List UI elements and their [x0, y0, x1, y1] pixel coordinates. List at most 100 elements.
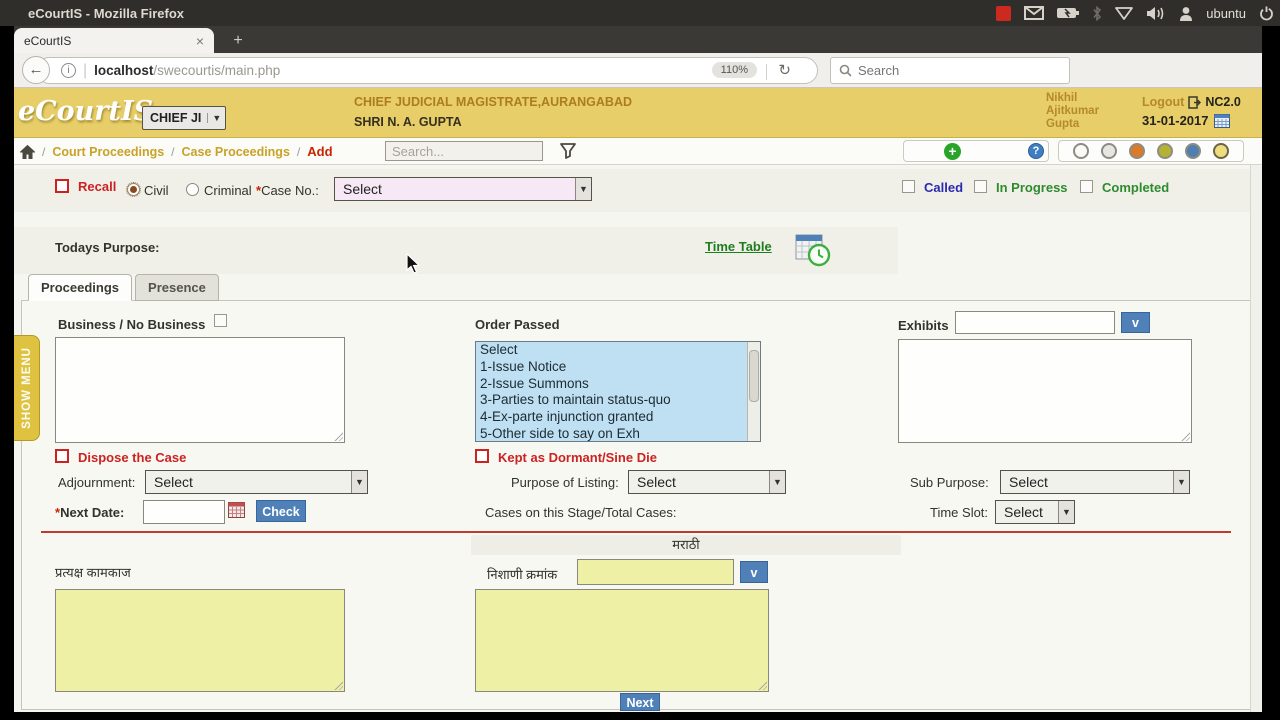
scrollbar-thumb[interactable] — [749, 350, 759, 402]
marathi-v-button[interactable]: v — [740, 561, 768, 583]
chevron-down-icon: ▼ — [1058, 501, 1074, 523]
check-button[interactable]: Check — [256, 500, 306, 522]
tab-presence[interactable]: Presence — [135, 274, 219, 301]
marathi-order-textarea[interactable] — [475, 589, 769, 692]
cases-stage-label: Cases on this Stage/Total Cases: — [485, 505, 677, 520]
mail-icon[interactable] — [1024, 6, 1045, 20]
page-search-input[interactable] — [385, 141, 543, 161]
volume-icon[interactable] — [1146, 6, 1166, 21]
completed-checkbox[interactable] — [1080, 180, 1093, 193]
user-icon[interactable] — [1179, 6, 1193, 21]
exhibits-v-button[interactable]: v — [1121, 312, 1150, 333]
show-menu-tab[interactable]: SHOW MENU — [14, 335, 40, 441]
adjournment-label: Adjournment: — [58, 475, 136, 490]
session-user-label[interactable]: ubuntu — [1206, 6, 1246, 21]
recording-indicator-icon[interactable] — [996, 5, 1012, 21]
listbox-scrollbar[interactable] — [747, 342, 760, 441]
current-date: 31-01-2017 — [1142, 113, 1209, 128]
exhibits-input[interactable] — [955, 311, 1115, 334]
zoom-level-badge[interactable]: 110% — [711, 62, 757, 78]
browser-window: eCourtIS × + ← i | localhost/swecourtis/… — [14, 26, 1262, 712]
screen: eCourtIS - Mozilla Firefox ubuntu eCourt… — [0, 0, 1280, 720]
theme-circle[interactable] — [1101, 143, 1117, 159]
calendar-icon[interactable] — [1213, 113, 1230, 128]
date-picker-calendar-icon[interactable] — [228, 502, 245, 518]
home-breadcrumb-icon[interactable] — [20, 144, 35, 159]
site-info-icon[interactable]: i — [61, 63, 76, 78]
logout-link[interactable]: Logout — [1142, 95, 1184, 109]
breadcrumb-court-proceedings[interactable]: Court Proceedings — [52, 145, 164, 159]
case-no-text: Case No.: — [261, 183, 319, 198]
breadcrumb-current-add: Add — [307, 144, 333, 159]
resize-grip[interactable] — [757, 680, 767, 690]
time-slot-select[interactable]: Select ▼ — [995, 500, 1075, 524]
order-option[interactable]: Select — [476, 342, 760, 359]
called-checkbox[interactable] — [902, 180, 915, 193]
theme-circle[interactable] — [1213, 143, 1229, 159]
purpose-of-listing-select[interactable]: Select ▼ — [628, 470, 786, 494]
breadcrumb-case-proceedings[interactable]: Case Proceedings — [182, 145, 290, 159]
case-no-label: *Case No.: — [256, 183, 319, 198]
business-checkbox[interactable] — [214, 314, 227, 327]
court-name: CHIEF JUDICIAL MAGISTRATE,AURANGABAD — [354, 95, 633, 109]
search-icon — [839, 64, 852, 77]
in-progress-checkbox[interactable] — [974, 180, 987, 193]
theme-circle[interactable] — [1185, 143, 1201, 159]
order-passed-listbox[interactable]: Select 1-Issue Notice 2-Issue Summons 3-… — [475, 341, 761, 442]
sub-purpose-label: Sub Purpose: — [910, 475, 989, 490]
time-table-link[interactable]: Time Table — [705, 239, 772, 254]
marathi-exhibit-input[interactable] — [577, 559, 734, 585]
page-scrollbar[interactable] — [1250, 165, 1262, 712]
filter-funnel-icon[interactable] — [559, 142, 577, 160]
network-icon[interactable] — [1115, 6, 1134, 20]
theme-circle[interactable] — [1073, 143, 1089, 159]
next-button[interactable]: Next — [620, 693, 660, 711]
browser-search-box[interactable] — [830, 57, 1070, 84]
resize-grip[interactable] — [1180, 431, 1190, 441]
case-no-select[interactable]: Select ▼ — [334, 177, 592, 201]
bluetooth-icon[interactable] — [1092, 5, 1102, 21]
theme-color-box — [1058, 140, 1244, 162]
adjournment-select[interactable]: Select ▼ — [145, 470, 368, 494]
theme-circle[interactable] — [1129, 143, 1145, 159]
criminal-radio[interactable] — [186, 183, 199, 196]
business-textarea[interactable] — [55, 337, 345, 443]
exhibits-textarea[interactable] — [898, 339, 1192, 443]
order-option[interactable]: 2-Issue Summons — [476, 376, 760, 393]
resize-grip[interactable] — [333, 431, 343, 441]
establishment-select[interactable]: CHIEF JI ▼ — [142, 106, 227, 130]
dormant-checkbox[interactable] — [475, 449, 489, 463]
version-label: NC2.0 — [1205, 95, 1241, 109]
reload-button[interactable]: ↻ — [778, 61, 791, 79]
theme-circle[interactable] — [1157, 143, 1173, 159]
help-icon[interactable]: ? — [1028, 143, 1044, 159]
recall-label: Recall — [78, 179, 117, 194]
recall-checkbox[interactable] — [55, 179, 69, 193]
dispose-checkbox[interactable] — [55, 449, 69, 463]
back-button[interactable]: ← — [22, 56, 50, 84]
tab-proceedings[interactable]: Proceedings — [28, 274, 133, 301]
add-new-icon[interactable]: + — [944, 143, 961, 160]
order-option[interactable]: 3-Parties to maintain status-quo — [476, 392, 760, 409]
order-option[interactable]: 5-Other side to say on Exh — [476, 426, 760, 441]
new-tab-button[interactable]: + — [224, 30, 252, 52]
breadcrumb: / Court Proceedings / Case Proceedings /… — [20, 141, 333, 162]
logout-icon[interactable] — [1188, 95, 1202, 109]
close-tab-icon[interactable]: × — [196, 33, 204, 49]
power-icon[interactable] — [1259, 6, 1274, 21]
browser-tab[interactable]: eCourtIS × — [14, 28, 214, 53]
timetable-calendar-clock-icon[interactable] — [795, 233, 831, 267]
browser-search-input[interactable] — [858, 63, 1038, 78]
url-separator: | — [83, 61, 88, 79]
order-option[interactable]: 1-Issue Notice — [476, 359, 760, 376]
order-option[interactable]: 4-Ex-parte injunction granted — [476, 409, 760, 426]
next-date-input[interactable] — [143, 500, 225, 524]
sub-purpose-select[interactable]: Select ▼ — [1000, 470, 1190, 494]
civil-radio[interactable] — [126, 182, 141, 197]
marathi-business-textarea[interactable] — [55, 589, 345, 692]
url-bar[interactable]: i | localhost/swecourtis/main.php 110% ↻ — [36, 57, 818, 84]
purpose-of-listing-label: Purpose of Listing: — [511, 475, 619, 490]
battery-icon[interactable] — [1057, 7, 1080, 19]
action-box: + ? — [903, 140, 1049, 162]
resize-grip[interactable] — [333, 680, 343, 690]
